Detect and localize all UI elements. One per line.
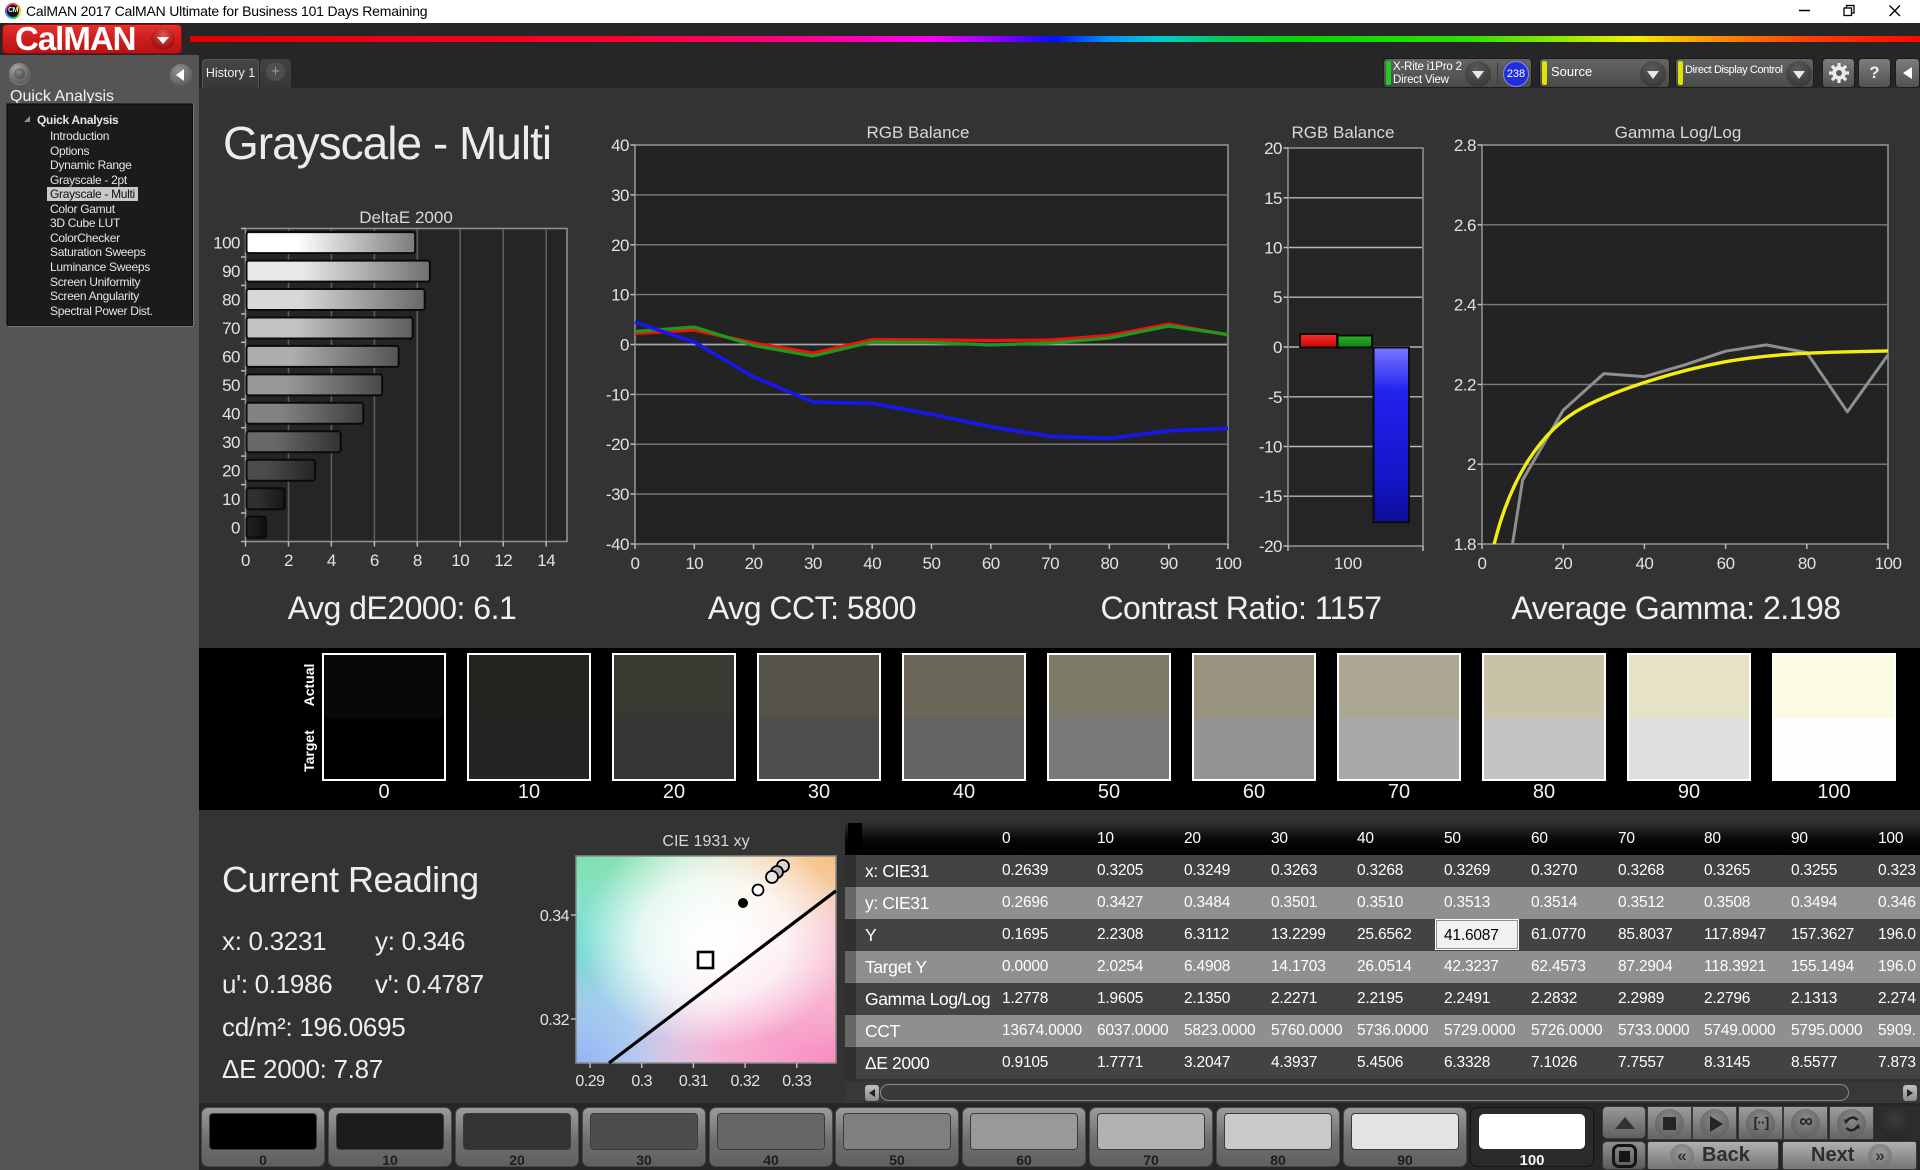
svg-text:40: 40 [1635, 554, 1653, 573]
svg-text:100: 100 [1875, 554, 1902, 573]
svg-text:15: 15 [1264, 189, 1282, 208]
svg-text:70: 70 [222, 319, 240, 338]
svg-text:10: 10 [685, 554, 703, 573]
svg-text:5: 5 [1273, 288, 1282, 307]
svg-text:20: 20 [1264, 139, 1282, 158]
svg-text:2: 2 [284, 551, 293, 570]
svg-text:80: 80 [222, 291, 240, 310]
svg-text:0.3: 0.3 [631, 1073, 652, 1090]
svg-text:CIE 1931 xy: CIE 1931 xy [662, 833, 749, 850]
svg-text:0: 0 [631, 554, 640, 573]
svg-text:2.6: 2.6 [1454, 216, 1476, 235]
svg-text:-10: -10 [606, 385, 629, 404]
svg-text:0: 0 [1478, 554, 1487, 573]
svg-text:2.8: 2.8 [1454, 136, 1476, 155]
svg-text:0: 0 [241, 551, 250, 570]
svg-text:50: 50 [222, 376, 240, 395]
svg-text:-5: -5 [1268, 388, 1282, 407]
svg-text:10: 10 [222, 490, 240, 509]
svg-text:60: 60 [1717, 554, 1735, 573]
svg-text:-30: -30 [606, 485, 629, 504]
svg-text:10: 10 [611, 286, 629, 305]
svg-text:30: 30 [611, 186, 629, 205]
svg-text:0.34: 0.34 [540, 908, 570, 925]
svg-text:100: 100 [213, 234, 240, 253]
svg-text:0.33: 0.33 [782, 1073, 812, 1090]
svg-text:10: 10 [1264, 239, 1282, 258]
svg-text:20: 20 [611, 236, 629, 255]
svg-text:0: 0 [231, 518, 240, 537]
svg-text:RGB Balance: RGB Balance [1292, 123, 1395, 142]
svg-text:2.2: 2.2 [1454, 375, 1476, 394]
svg-text:60: 60 [982, 554, 1000, 573]
svg-text:6: 6 [370, 551, 379, 570]
svg-text:14: 14 [537, 551, 555, 570]
svg-text:30: 30 [222, 433, 240, 452]
svg-text:-15: -15 [1259, 487, 1282, 506]
svg-text:80: 80 [1798, 554, 1816, 573]
svg-text:0: 0 [620, 336, 629, 355]
svg-text:80: 80 [1100, 554, 1118, 573]
svg-text:-20: -20 [1259, 537, 1282, 556]
svg-text:12: 12 [494, 551, 512, 570]
svg-text:0.32: 0.32 [540, 1012, 570, 1029]
svg-text:Gamma Log/Log: Gamma Log/Log [1615, 123, 1742, 142]
svg-text:-20: -20 [606, 435, 629, 454]
svg-text:20: 20 [222, 461, 240, 480]
svg-text:DeltaE 2000: DeltaE 2000 [359, 208, 453, 227]
svg-text:90: 90 [1160, 554, 1178, 573]
svg-text:10: 10 [451, 551, 469, 570]
svg-text:8: 8 [413, 551, 422, 570]
svg-text:0.29: 0.29 [575, 1073, 605, 1090]
svg-text:100: 100 [1215, 554, 1242, 573]
svg-text:60: 60 [222, 348, 240, 367]
svg-text:100: 100 [1334, 554, 1362, 573]
svg-text:0.32: 0.32 [731, 1073, 761, 1090]
svg-text:40: 40 [863, 554, 881, 573]
svg-text:2.4: 2.4 [1454, 296, 1476, 315]
svg-text:90: 90 [222, 262, 240, 281]
svg-text:0.31: 0.31 [679, 1073, 709, 1090]
svg-text:40: 40 [222, 405, 240, 424]
svg-text:2: 2 [1467, 455, 1476, 474]
svg-text:4: 4 [327, 551, 336, 570]
svg-text:20: 20 [745, 554, 763, 573]
svg-text:40: 40 [611, 136, 629, 155]
svg-text:-10: -10 [1259, 438, 1282, 457]
svg-text:1.8: 1.8 [1454, 535, 1476, 554]
svg-text:20: 20 [1554, 554, 1572, 573]
svg-text:0: 0 [1273, 338, 1282, 357]
svg-text:50: 50 [923, 554, 941, 573]
svg-text:RGB Balance: RGB Balance [867, 123, 970, 142]
svg-text:-40: -40 [606, 535, 629, 554]
svg-text:30: 30 [804, 554, 822, 573]
svg-text:70: 70 [1041, 554, 1059, 573]
